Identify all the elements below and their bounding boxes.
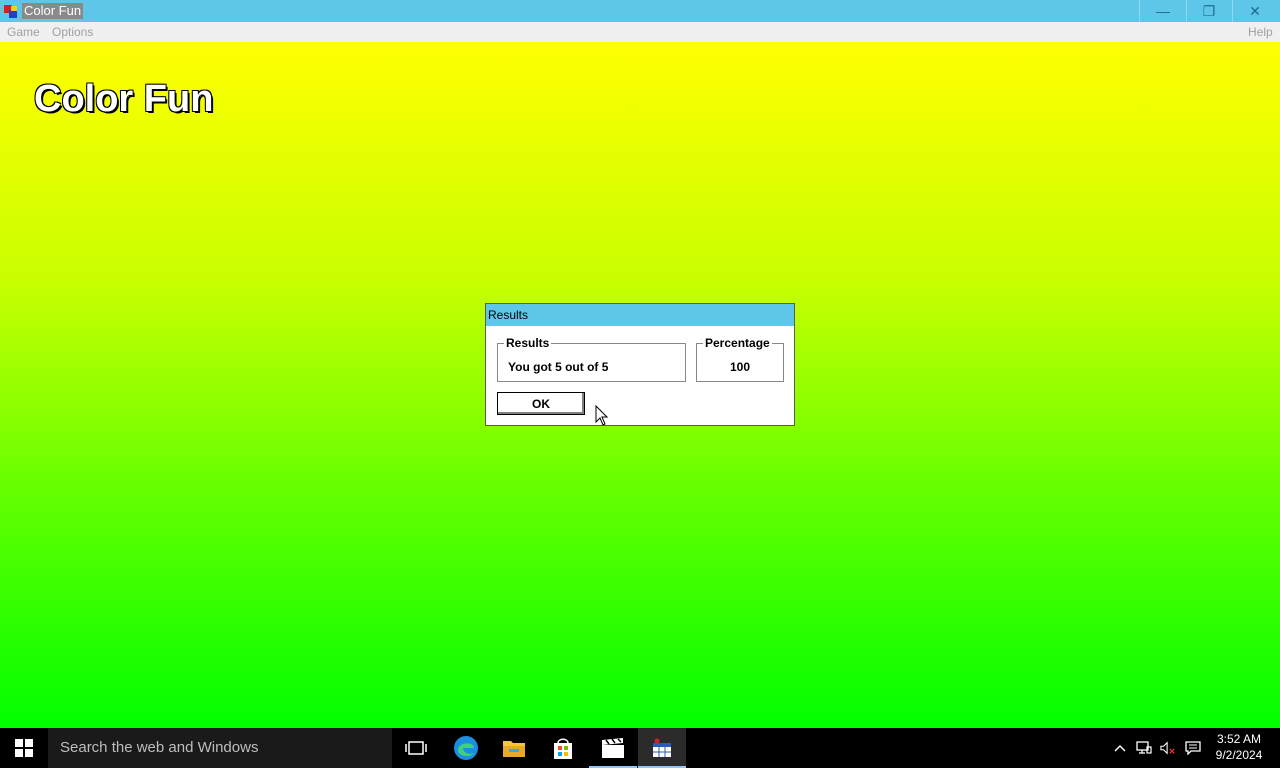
app-heading: Color Fun <box>34 78 214 120</box>
results-group: Results You got 5 out of 5 <box>497 336 686 382</box>
menu-game[interactable]: Game <box>7 25 40 39</box>
volume-muted-icon <box>1160 741 1175 755</box>
menu-bar: Game Options Help <box>0 22 1280 42</box>
movies-icon <box>602 738 624 758</box>
mouse-cursor-icon <box>595 405 609 426</box>
color-fun-app-icon <box>4 5 17 18</box>
clock-date: 9/2/2024 <box>1215 748 1263 762</box>
close-button[interactable]: ✕ <box>1232 0 1278 22</box>
taskbar-clock[interactable]: 3:52 AM 9/2/2024 <box>1206 731 1272 763</box>
results-label: Results <box>504 336 552 350</box>
restore-icon: ❐ <box>1202 2 1216 19</box>
edge-button[interactable] <box>442 728 490 768</box>
chevron-up-icon <box>1114 744 1126 752</box>
dialog-title[interactable]: Results <box>486 304 794 326</box>
edge-icon <box>454 736 478 760</box>
store-icon <box>554 738 572 759</box>
file-explorer-button[interactable] <box>490 728 538 768</box>
minimize-icon: — <box>1156 3 1170 19</box>
task-view-icon <box>405 741 427 755</box>
network-icon <box>1136 741 1152 754</box>
ok-button[interactable]: OK <box>497 392 585 415</box>
percentage-group: Percentage 100 <box>696 336 784 382</box>
taskbar-search-input[interactable]: Search the web and Windows <box>48 728 392 768</box>
percentage-value: 100 <box>729 360 751 374</box>
close-icon: ✕ <box>1249 2 1261 19</box>
task-view-button[interactable] <box>392 728 440 768</box>
color-fun-taskbar-button[interactable] <box>638 728 686 768</box>
results-value: You got 5 out of 5 <box>508 360 609 374</box>
percentage-label: Percentage <box>703 336 772 350</box>
network-button[interactable] <box>1136 740 1152 756</box>
minimize-button[interactable]: — <box>1140 0 1186 22</box>
results-dialog: Results Results You got 5 out of 5 Perce… <box>485 303 795 426</box>
volume-button[interactable] <box>1160 740 1176 756</box>
file-explorer-icon <box>503 741 525 757</box>
clock-time: 3:52 AM <box>1216 732 1262 746</box>
taskbar: Search the web and Windows 3:52 AM 9/2/2… <box>0 728 1280 768</box>
show-hidden-icons-button[interactable] <box>1112 740 1128 756</box>
start-button[interactable] <box>0 728 48 768</box>
window-title: Color Fun <box>22 3 84 19</box>
restore-button[interactable]: ❐ <box>1186 0 1232 22</box>
color-fun-app-icon <box>653 738 671 757</box>
action-center-button[interactable] <box>1185 740 1201 756</box>
menu-options[interactable]: Options <box>52 25 93 39</box>
menu-help[interactable]: Help <box>1248 25 1273 39</box>
store-button[interactable] <box>539 728 587 768</box>
notifications-icon <box>1185 741 1201 755</box>
windows-start-icon <box>15 739 33 757</box>
window-titlebar[interactable]: Color Fun — ❐ ✕ <box>0 0 1280 22</box>
movies-button[interactable] <box>589 728 637 768</box>
